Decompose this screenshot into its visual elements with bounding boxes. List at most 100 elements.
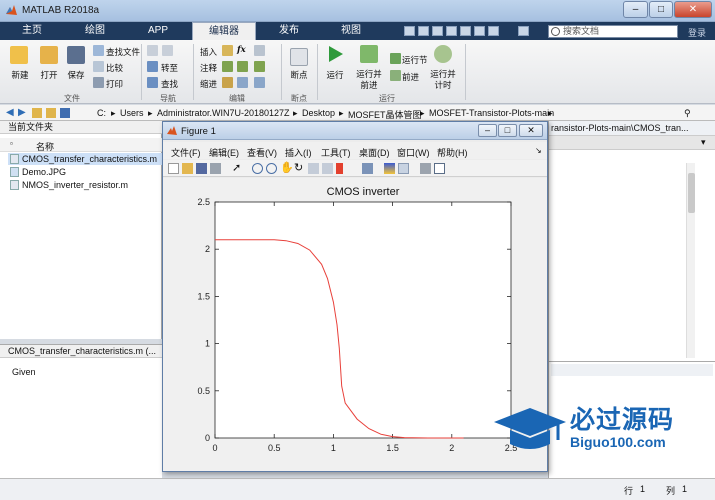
zoom-out-icon[interactable] xyxy=(266,163,277,174)
browse-folder-icon[interactable] xyxy=(46,108,56,118)
open-button[interactable]: 打开 xyxy=(37,69,61,81)
search-docs-input[interactable]: 搜索文档 xyxy=(548,25,678,38)
new-button[interactable]: 新建 xyxy=(8,69,32,81)
scrollbar-thumb[interactable] xyxy=(688,173,695,213)
menu-tools[interactable]: 工具(T) xyxy=(321,146,351,159)
goto-button[interactable]: 转至 xyxy=(161,62,178,74)
editor-menu-icon[interactable]: ▾ xyxy=(701,137,706,148)
copy-quick-icon[interactable] xyxy=(432,26,443,36)
paste-quick-icon[interactable] xyxy=(446,26,457,36)
figure-close-button[interactable]: ✕ xyxy=(519,124,543,137)
open-folder-icon[interactable] xyxy=(40,46,58,64)
menu-help[interactable]: 帮助(H) xyxy=(437,146,468,159)
menu-insert[interactable]: 插入(I) xyxy=(285,146,312,159)
comment-button[interactable]: 注释 xyxy=(200,62,217,74)
tab-home[interactable]: 主页 xyxy=(4,22,60,40)
wrap-comment-icon[interactable] xyxy=(237,61,248,72)
find-files-button[interactable]: 查找文件 xyxy=(106,46,140,58)
back-arrow-icon[interactable] xyxy=(147,45,158,56)
tab-editor[interactable]: 编辑器 xyxy=(192,22,256,40)
undo-quick-icon[interactable] xyxy=(460,26,471,36)
colorbar-icon[interactable] xyxy=(384,163,395,174)
dock-icon[interactable] xyxy=(434,163,445,174)
breadcrumb-administrator[interactable]: Administrator.WIN7U-20180127Z xyxy=(157,108,290,118)
smart-indent-icon[interactable] xyxy=(222,77,233,88)
file-row-cmos[interactable]: CMOS_transfer_characteristics.m xyxy=(8,153,162,165)
figure-title-bar[interactable]: Figure 1 – □ ✕ xyxy=(163,122,547,140)
help-quick-icon[interactable] xyxy=(518,26,529,36)
insert-button[interactable]: 插入 xyxy=(200,46,217,58)
find-button[interactable]: 查找 xyxy=(161,78,178,90)
insert-section-icon[interactable] xyxy=(222,45,233,56)
fx-button[interactable]: fx xyxy=(237,45,246,55)
maximize-button[interactable]: □ xyxy=(649,1,673,18)
tab-view[interactable]: 视图 xyxy=(322,22,380,40)
insert-function-icon[interactable] xyxy=(254,45,265,56)
minimize-button[interactable]: – xyxy=(623,1,648,18)
breadcrumb-plots-main[interactable]: MOSFET-Transistor-Plots-main xyxy=(429,108,554,118)
figure-minimize-button[interactable]: – xyxy=(478,124,497,137)
expand-icon[interactable]: ▫ xyxy=(10,139,13,148)
brush-icon[interactable] xyxy=(322,163,333,174)
up-folder-icon[interactable] xyxy=(32,108,42,118)
hide-tools-icon[interactable] xyxy=(420,163,431,174)
menu-file[interactable]: 文件(F) xyxy=(171,146,201,159)
cut-quick-icon[interactable] xyxy=(418,26,429,36)
run-time-button[interactable]: 运行并计时 xyxy=(428,69,458,91)
new-plus-icon[interactable] xyxy=(10,46,28,64)
run-play-icon[interactable] xyxy=(326,45,344,63)
pan-icon[interactable]: ✋ xyxy=(280,163,294,174)
zoom-in-icon[interactable] xyxy=(252,163,263,174)
redo-quick-icon[interactable] xyxy=(474,26,485,36)
editor-path-tab[interactable]: ransistor-Plots-main\CMOS_tran... xyxy=(549,121,715,136)
increase-indent-icon[interactable] xyxy=(237,77,248,88)
back-icon[interactable]: ◀ xyxy=(6,108,16,118)
rotate-icon[interactable]: ↻ xyxy=(294,163,305,174)
save-icon[interactable] xyxy=(196,163,207,174)
figure-maximize-button[interactable]: □ xyxy=(498,124,517,137)
forward-icon[interactable]: ▶ xyxy=(18,108,28,118)
menu-window[interactable]: 窗口(W) xyxy=(397,146,430,159)
open-icon[interactable] xyxy=(182,163,193,174)
tab-plots[interactable]: 绘图 xyxy=(64,22,126,40)
uncomment-icon[interactable] xyxy=(254,61,265,72)
breadcrumb-drive[interactable]: C: xyxy=(97,108,106,118)
new-figure-icon[interactable] xyxy=(168,163,179,174)
breadcrumb-desktop[interactable]: Desktop xyxy=(302,108,335,118)
breakpoints-icon[interactable] xyxy=(290,48,308,66)
breakpoints-button[interactable]: 断点 xyxy=(285,69,313,81)
file-row-nmos[interactable]: NMOS_inverter_resistor.m xyxy=(8,179,162,191)
save-button[interactable]: 保存 xyxy=(64,69,88,81)
menu-view[interactable]: 查看(V) xyxy=(247,146,277,159)
save-quick-icon[interactable] xyxy=(404,26,415,36)
advance-button[interactable]: 前进 xyxy=(402,71,419,83)
tab-apps[interactable]: APP xyxy=(130,22,186,40)
run-advance-button[interactable]: 运行并前进 xyxy=(354,69,384,91)
run-section-button[interactable]: 运行节 xyxy=(402,54,428,66)
run-button[interactable]: 运行 xyxy=(320,69,350,81)
save-disk-icon[interactable] xyxy=(67,46,85,64)
login-link[interactable]: 登录 xyxy=(688,26,706,39)
menu-desktop[interactable]: 桌面(D) xyxy=(359,146,390,159)
percent-comment-icon[interactable] xyxy=(222,61,233,72)
legend-icon[interactable] xyxy=(398,163,409,174)
data-cursor-icon[interactable] xyxy=(308,163,319,174)
column-name-header[interactable]: 名称 xyxy=(36,140,54,153)
file-row-demo[interactable]: Demo.JPG xyxy=(8,166,162,178)
menu-edit[interactable]: 编辑(E) xyxy=(209,146,239,159)
compare-button[interactable]: 比较 xyxy=(106,62,123,74)
indent-button[interactable]: 缩进 xyxy=(200,78,217,90)
address-search-icon[interactable]: ⚲ xyxy=(684,108,691,119)
link-icon[interactable] xyxy=(362,163,373,174)
brush-color-icon[interactable] xyxy=(336,163,343,174)
print-button[interactable]: 打印 xyxy=(106,78,123,90)
tab-publish[interactable]: 发布 xyxy=(260,22,318,40)
breadcrumb-mosfet-folder[interactable]: MOSFET晶体管图 xyxy=(348,108,422,121)
print-icon[interactable] xyxy=(210,163,221,174)
editor-scrollbar[interactable] xyxy=(686,163,695,358)
run-time-icon[interactable] xyxy=(434,45,452,63)
breadcrumb-users[interactable]: Users xyxy=(120,108,144,118)
menu-dock-arrow-icon[interactable]: ↘ xyxy=(535,146,542,155)
forward-arrow-icon[interactable] xyxy=(162,45,173,56)
decrease-indent-icon[interactable] xyxy=(254,77,265,88)
